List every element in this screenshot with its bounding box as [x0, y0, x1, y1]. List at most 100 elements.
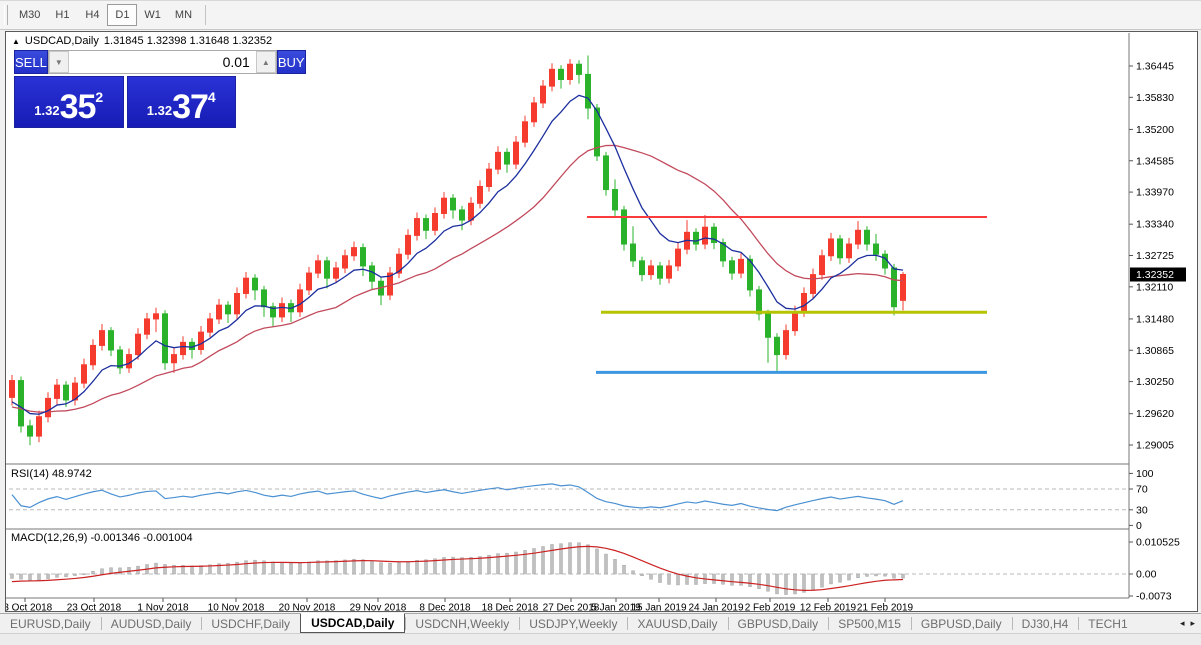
symbol-tab-bar: EURUSD,Daily AUDUSD,Daily USDCHF,Daily USDC…: [0, 613, 1201, 633]
macd-histogram-bar: [721, 573, 725, 585]
tab-scroll-right-icon[interactable]: ▸: [1190, 618, 1195, 629]
candle-body-bull: [540, 85, 546, 104]
macd-histogram-bar: [829, 573, 833, 585]
date-axis-label: 8 Dec 2018: [419, 603, 471, 612]
macd-histogram-bar: [604, 553, 608, 575]
candle-body-bull: [297, 289, 303, 313]
candle-body-bear: [603, 155, 609, 191]
macd-histogram-bar: [874, 573, 878, 577]
candle-body-bull: [9, 380, 15, 398]
macd-histogram-bar: [343, 559, 347, 575]
macd-histogram-bar: [892, 573, 896, 579]
candle-body-bull: [99, 330, 105, 346]
timeframe-button-h1[interactable]: H1: [47, 4, 77, 26]
tab-sp500-m15[interactable]: SP500,M15: [828, 614, 911, 633]
candle-body-bear: [423, 218, 429, 231]
macd-histogram-bar: [478, 556, 482, 575]
candle-body-bear: [450, 197, 456, 211]
candle-body-bear: [504, 151, 510, 165]
rsi-line: [11, 483, 904, 512]
macd-histogram-bar: [847, 573, 851, 581]
macd-histogram-bar: [748, 573, 752, 587]
candle-body-bull: [468, 202, 474, 221]
macd-histogram-bar: [46, 573, 50, 580]
candle-body-bear: [324, 260, 330, 279]
candle-body-bull: [333, 267, 339, 279]
macd-histogram-bar: [784, 573, 788, 595]
timeframe-button-h4[interactable]: H4: [77, 4, 107, 26]
tab-audusd-daily[interactable]: AUDUSD,Daily: [100, 614, 202, 633]
macd-histogram-bar: [271, 561, 275, 575]
macd-histogram-bar: [298, 562, 302, 575]
timeframe-button-m30[interactable]: M30: [12, 4, 47, 26]
macd-histogram-bar: [415, 559, 419, 575]
candle-body-bear: [261, 289, 267, 308]
macd-histogram-bar: [559, 543, 563, 575]
toolbar-drag-handle[interactable]: [4, 5, 8, 25]
candle-body-bear: [873, 243, 879, 255]
candle-body-bear: [108, 330, 114, 351]
candle-body-bull: [702, 226, 708, 245]
candle-body-bull: [549, 68, 555, 87]
price-axis-label: 1.29005: [1136, 440, 1174, 452]
candle-body-bull: [477, 185, 483, 204]
tab-tech1[interactable]: TECH1: [1078, 614, 1137, 633]
macd-histogram-bar: [406, 561, 410, 575]
candle-body-bear: [360, 247, 366, 267]
candle-body-bull: [180, 341, 186, 356]
candle-body-bull: [441, 197, 447, 214]
date-axis-label: 12 Feb 2019: [800, 603, 857, 612]
date-axis-label: 20 Nov 2018: [279, 603, 336, 612]
candle-body-bull: [198, 331, 204, 350]
price-axis-label: 1.33340: [1136, 219, 1174, 231]
tab-gbpusd-daily[interactable]: GBPUSD,Daily: [727, 614, 829, 633]
macd-histogram-bar: [712, 573, 716, 584]
candle-body-bull: [522, 121, 528, 143]
candle-body-bull: [855, 229, 861, 245]
rsi-axis-label: 0: [1136, 520, 1142, 532]
timeframe-button-d1[interactable]: D1: [107, 4, 138, 26]
chart-window[interactable]: ▲ USDCAD,Daily 1.31845 1.32398 1.31648 1…: [5, 31, 1198, 612]
timeframe-button-w1[interactable]: W1: [137, 4, 168, 26]
tab-usdjpy-weekly[interactable]: USDJPY,Weekly: [519, 614, 627, 633]
rsi-axis-label: 70: [1136, 484, 1148, 496]
macd-histogram-bar: [28, 573, 32, 581]
candle-body-bull: [513, 141, 519, 165]
tab-dj30-h4[interactable]: DJ30,H4: [1011, 614, 1079, 633]
timeframe-button-mn[interactable]: MN: [168, 4, 199, 26]
rsi-axis-label: 100: [1136, 468, 1154, 480]
candle-body-bull: [54, 384, 60, 399]
candle-body-bear: [864, 229, 870, 245]
macd-histogram-bar: [694, 573, 698, 585]
candle-body-bull: [90, 344, 96, 366]
macd-histogram-bar: [361, 559, 365, 575]
candle-body-bull: [279, 303, 285, 318]
macd-histogram-bar: [64, 573, 68, 578]
macd-axis-label: -0.0073: [1136, 591, 1172, 603]
timeframe-buttons: M30 H1 H4 D1 W1 MN: [12, 4, 199, 26]
tab-scroll-left-icon[interactable]: ◂: [1180, 618, 1185, 629]
chart-canvas[interactable]: 1.36445 1.35830 1.35200 1.34585 1.33970 1.333…: [6, 32, 1197, 611]
tab-usdchf-daily[interactable]: USDCHF,Daily: [201, 614, 300, 633]
candle-body-bull: [675, 248, 681, 267]
trading-platform: M30 H1 H4 D1 W1 MN ▲ USDCAD,Daily 1.31845 1.3…: [0, 0, 1201, 645]
tab-usdcnh-weekly[interactable]: USDCNH,Weekly: [405, 614, 519, 633]
macd-histogram-bar: [838, 573, 842, 583]
macd-histogram-bar: [424, 559, 428, 575]
tab-usdcad-daily[interactable]: USDCAD,Daily: [300, 613, 406, 633]
candle-body-bull: [792, 311, 798, 332]
candle-body-bull: [216, 304, 222, 320]
candle-body-bull: [828, 238, 834, 257]
macd-histogram-bar: [640, 573, 644, 577]
price-axis-label: 1.30865: [1136, 345, 1174, 357]
tab-eurusd-daily[interactable]: EURUSD,Daily: [0, 614, 101, 633]
candle-body-bear: [765, 313, 771, 338]
macd-histogram-bar: [667, 573, 671, 585]
tab-gbpusd-daily[interactable]: GBPUSD,Daily: [910, 614, 1012, 633]
macd-histogram-bar: [865, 573, 869, 577]
tab-xauusd-daily[interactable]: XAUUSD,Daily: [627, 614, 727, 633]
macd-histogram-bar: [325, 560, 329, 575]
macd-histogram-bar: [379, 562, 383, 575]
macd-histogram-bar: [883, 573, 887, 577]
candle-body-bull: [432, 212, 438, 231]
